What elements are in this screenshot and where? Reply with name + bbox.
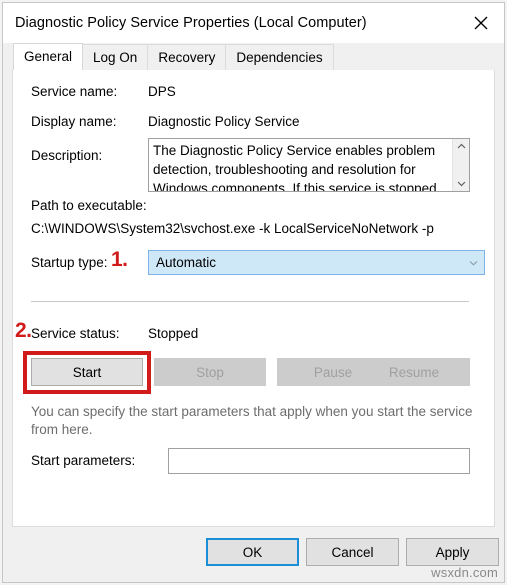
startup-type-value: Automatic — [156, 255, 217, 270]
chevron-down-icon[interactable] — [457, 180, 466, 187]
tab-general[interactable]: General — [13, 43, 84, 70]
chevron-up-icon[interactable] — [457, 143, 466, 150]
stop-button: Stop — [154, 358, 266, 386]
annotation-marker-1: 1. — [111, 248, 128, 271]
path-label: Path to executable: — [31, 198, 147, 213]
tab-recovery[interactable]: Recovery — [147, 44, 227, 70]
start-parameters-hint-line1: You can specify the start parameters tha… — [31, 404, 473, 419]
start-button[interactable]: Start — [31, 358, 143, 386]
display-name-value: Diagnostic Policy Service — [148, 114, 300, 129]
start-parameters-hint-line2: from here. — [31, 422, 93, 437]
watermark: wsxdn.com — [431, 565, 498, 580]
startup-type-label: Startup type: — [31, 255, 108, 270]
tab-dependencies[interactable]: Dependencies — [225, 44, 334, 70]
apply-button[interactable]: Apply — [406, 538, 499, 566]
description-scrollbar[interactable] — [452, 139, 469, 191]
window-title: Diagnostic Policy Service Properties (Lo… — [15, 15, 367, 31]
description-text: The Diagnostic Policy Service enables pr… — [153, 143, 437, 191]
description-textarea[interactable]: The Diagnostic Policy Service enables pr… — [148, 138, 470, 192]
general-tab-panel: Service name: DPS Display name: Diagnost… — [12, 69, 495, 527]
service-status-value: Stopped — [148, 326, 199, 341]
startup-type-combobox[interactable]: Automatic — [148, 250, 485, 275]
tab-strip: General Log On Recovery Dependencies — [3, 43, 504, 70]
dialog-footer: OK Cancel Apply wsxdn.com — [3, 527, 504, 582]
resume-button: Resume — [358, 358, 470, 386]
ok-button[interactable]: OK — [206, 538, 299, 566]
description-label: Description: — [31, 148, 103, 163]
display-name-label: Display name: — [31, 114, 117, 129]
service-name-label: Service name: — [31, 84, 118, 99]
path-value: C:\WINDOWS\System32\svchost.exe -k Local… — [31, 221, 434, 236]
close-icon[interactable] — [458, 3, 504, 43]
section-divider — [31, 301, 469, 302]
chevron-down-icon[interactable] — [462, 260, 484, 266]
title-bar: Diagnostic Policy Service Properties (Lo… — [3, 3, 504, 43]
start-parameters-input[interactable] — [168, 448, 470, 474]
cancel-button[interactable]: Cancel — [306, 538, 399, 566]
annotation-marker-2: 2. — [15, 319, 32, 342]
service-properties-dialog: Diagnostic Policy Service Properties (Lo… — [2, 2, 505, 583]
tab-log-on[interactable]: Log On — [82, 44, 149, 70]
service-name-value: DPS — [148, 84, 176, 99]
start-parameters-label: Start parameters: — [31, 453, 136, 468]
service-status-label: Service status: — [31, 326, 120, 341]
